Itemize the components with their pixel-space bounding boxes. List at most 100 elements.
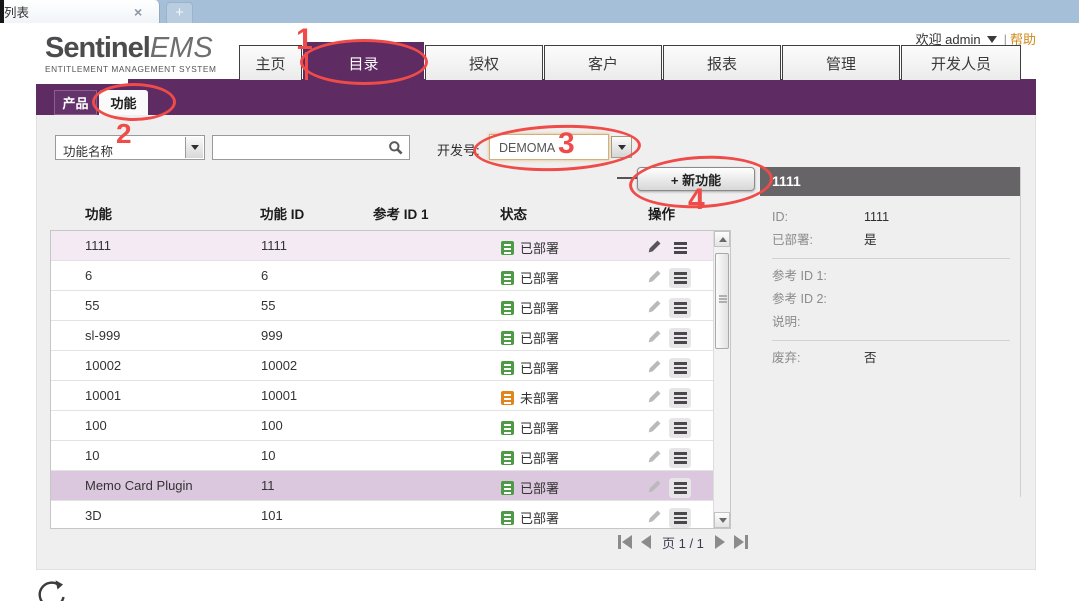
- table-scrollbar[interactable]: [713, 231, 730, 528]
- browser-tab[interactable]: 列表 ×: [4, 0, 160, 23]
- status-deployed-icon: [501, 241, 514, 255]
- row-menu-icon[interactable]: [669, 298, 691, 318]
- detail-field: 已部署:是: [772, 229, 1020, 252]
- search-input[interactable]: [212, 135, 384, 160]
- brand-name: SentinelEMS: [45, 33, 265, 63]
- status-deployed-icon: [501, 331, 514, 345]
- search-icon: [388, 140, 404, 156]
- tab-reports[interactable]: 报表: [663, 45, 781, 80]
- detail-field-value: 是: [864, 229, 877, 252]
- cell-feature-name: Memo Card Plugin: [85, 478, 193, 493]
- detail-field-value: 1111: [864, 206, 889, 229]
- user-menu-caret-icon[interactable]: [987, 36, 997, 43]
- edit-pencil-icon[interactable]: [647, 359, 662, 377]
- table-row[interactable]: 10001 10001 未部署: [51, 381, 714, 411]
- row-menu-icon[interactable]: [669, 448, 691, 468]
- table-row[interactable]: 1111 1111 已部署: [51, 231, 714, 261]
- table-row[interactable]: 100 100 已部署: [51, 411, 714, 441]
- edit-pencil-icon[interactable]: [647, 419, 662, 437]
- scrollbar-thumb[interactable]: [715, 253, 729, 349]
- detail-field-label: ID:: [772, 206, 864, 229]
- detail-field-label: 参考 ID 1:: [772, 265, 864, 288]
- table-row[interactable]: 10 10 已部署: [51, 441, 714, 471]
- pagination-next-icon[interactable]: [715, 535, 725, 549]
- cell-feature-id: 100: [261, 418, 283, 433]
- detail-field: ID:1111: [772, 206, 1020, 229]
- table-row[interactable]: 6 6 已部署: [51, 261, 714, 291]
- purple-band: [36, 84, 1036, 115]
- row-menu-icon[interactable]: [669, 508, 691, 528]
- refresh-icon[interactable]: [34, 577, 70, 601]
- dropdown-arrow-icon[interactable]: [185, 137, 203, 158]
- pagination-last-icon[interactable]: [734, 535, 748, 549]
- edit-pencil-icon[interactable]: [647, 239, 662, 257]
- row-menu-icon[interactable]: [669, 418, 691, 438]
- cell-feature-name: 55: [85, 298, 99, 313]
- pagination: 页 1 / 1: [618, 531, 768, 553]
- cell-feature-name: 1111: [85, 238, 111, 253]
- search-field-selector-value: 功能名称: [63, 141, 113, 160]
- detail-field-label: 已部署:: [772, 229, 864, 252]
- edit-pencil-icon[interactable]: [647, 389, 662, 407]
- status-deployed-icon: [501, 511, 514, 525]
- panel-divider: [772, 340, 1010, 341]
- status-label: 已部署: [520, 508, 559, 527]
- edit-pencil-icon[interactable]: [647, 299, 662, 317]
- table-row[interactable]: Memo Card Plugin 11 已部署: [51, 471, 714, 501]
- close-tab-icon[interactable]: ×: [134, 4, 142, 20]
- edit-pencil-icon[interactable]: [647, 479, 662, 497]
- col-header-feature-id: 功能 ID: [260, 203, 304, 223]
- cell-feature-name: 10002: [85, 358, 121, 373]
- annotation-step-2: 2: [116, 120, 132, 148]
- row-menu-icon[interactable]: [669, 358, 691, 378]
- status-deployed-icon: [501, 361, 514, 375]
- status-deployed-icon: [501, 271, 514, 285]
- cell-feature-id: 999: [261, 328, 283, 343]
- browser-tab-bar: 列表 × +: [0, 0, 1079, 23]
- pagination-prev-icon[interactable]: [641, 535, 651, 549]
- edit-pencil-icon[interactable]: [647, 329, 662, 347]
- tab-developer[interactable]: 开发人员: [901, 45, 1021, 80]
- scrollbar-up-icon[interactable]: [714, 231, 730, 247]
- table-row[interactable]: 3D 101 已部署: [51, 501, 714, 529]
- detail-field: 说明:: [772, 311, 1020, 334]
- row-menu-icon[interactable]: [669, 268, 691, 288]
- row-menu-icon[interactable]: [669, 328, 691, 348]
- table-row[interactable]: 55 55 已部署: [51, 291, 714, 321]
- table-row[interactable]: 10002 10002 已部署: [51, 351, 714, 381]
- col-header-ref-id: 参考 ID 1: [373, 203, 429, 223]
- edit-pencil-icon[interactable]: [647, 269, 662, 287]
- cell-feature-name: 10: [85, 448, 99, 463]
- tab-customers[interactable]: 客户: [544, 45, 662, 80]
- cell-feature-name: 10001: [85, 388, 121, 403]
- status-deployed-icon: [501, 421, 514, 435]
- brand-suffix: EMS: [150, 32, 213, 64]
- tab-admin[interactable]: 管理: [782, 45, 900, 80]
- subtab-products[interactable]: 产品: [54, 90, 97, 115]
- scrollbar-down-icon[interactable]: [714, 512, 730, 528]
- tab-entitlements[interactable]: 授权: [425, 45, 543, 80]
- pagination-first-icon[interactable]: [618, 535, 632, 549]
- cell-feature-name: 6: [85, 268, 92, 283]
- app-logo: SentinelEMS ENTITLEMENT MANAGEMENT SYSTE…: [45, 33, 265, 74]
- edit-pencil-icon[interactable]: [647, 449, 662, 467]
- row-menu-icon[interactable]: [669, 388, 691, 408]
- edit-pencil-icon[interactable]: [647, 509, 662, 527]
- new-tab-icon[interactable]: +: [166, 2, 193, 23]
- detail-panel-body: ID:1111 已部署:是 参考 ID 1: 参考 ID 2: 说明: 废弃:否: [760, 196, 1020, 370]
- search-button[interactable]: [383, 135, 410, 160]
- cell-feature-id: 10: [261, 448, 275, 463]
- cell-feature-id: 55: [261, 298, 275, 313]
- features-table: 1111 1111 已部署 6 6 已部署 55 55 已部署 sl-999 9…: [50, 230, 731, 529]
- panel-divider: [772, 258, 1010, 259]
- detail-field-value: 否: [864, 347, 877, 370]
- cell-feature-id: 10002: [261, 358, 297, 373]
- row-menu-icon[interactable]: [669, 478, 691, 498]
- status-label: 已部署: [520, 268, 559, 287]
- tab-home[interactable]: 主页: [239, 45, 302, 80]
- row-menu-icon[interactable]: [669, 238, 691, 258]
- cell-feature-id: 11: [261, 478, 275, 493]
- table-row[interactable]: sl-999 999 已部署: [51, 321, 714, 351]
- annotation-circle-1: [300, 39, 428, 85]
- status-deployed-icon: [501, 481, 514, 495]
